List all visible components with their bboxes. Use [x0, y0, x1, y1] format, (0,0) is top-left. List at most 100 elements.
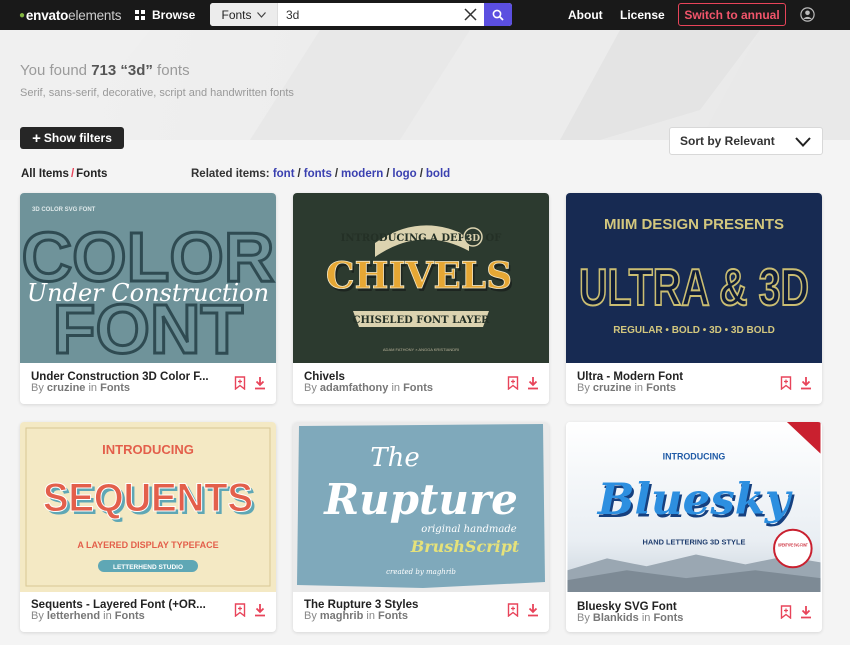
switch-to-annual-button[interactable]: Switch to annual	[678, 3, 786, 26]
card-in-text: in	[391, 382, 400, 394]
card-byline: By adamfathony in Fonts	[304, 382, 434, 394]
card-author[interactable]: adamfathony	[320, 382, 388, 394]
item-card[interactable]: INTRODUCING A DEPTH OF 3D CHIVELS CHIVEL…	[293, 193, 549, 404]
bookmark-icon[interactable]	[234, 376, 246, 390]
card-author[interactable]: cruzine	[47, 382, 86, 394]
breadcrumb-separator: /	[70, 168, 75, 180]
svg-text:ADAM FATHONY × ANGGA KRISTIAND: ADAM FATHONY × ANGGA KRISTIANDRI	[383, 347, 459, 352]
nav-license-link[interactable]: License	[620, 8, 665, 22]
card-author[interactable]: Blankids	[593, 612, 639, 624]
sort-dropdown[interactable]: Sort by Relevant	[669, 127, 823, 155]
nav-about-link[interactable]: About	[568, 8, 603, 22]
related-items: Related items: font / fonts / modern / logo / bo…	[191, 168, 450, 180]
svg-text:BrushScript: BrushScript	[410, 537, 520, 556]
hero-background-pattern	[0, 30, 850, 140]
results-suffix: fonts	[152, 62, 190, 79]
chevron-down-icon	[256, 11, 266, 18]
card-category[interactable]: Fonts	[378, 610, 408, 622]
download-icon[interactable]	[527, 376, 539, 390]
svg-text:HAND LETTERING 3D STYLE: HAND LETTERING 3D STYLE	[643, 538, 746, 547]
search-submit-button[interactable]	[484, 3, 512, 26]
card-byline: By cruzine in Fonts	[31, 382, 131, 394]
download-icon[interactable]	[800, 376, 812, 390]
download-icon[interactable]	[254, 603, 266, 617]
top-navigation-bar: ● envato elements Browse Fonts About Lic…	[0, 0, 850, 30]
card-thumbnail[interactable]: INTRODUCING Bluesky Bluesky HAND LETTERI…	[566, 422, 822, 592]
bookmark-icon[interactable]	[507, 376, 519, 390]
leaf-icon: ●	[19, 9, 25, 21]
search-bar: Fonts	[210, 3, 512, 26]
related-tag-bold[interactable]: bold	[426, 168, 450, 180]
svg-text:CHISELED FONT LAYER: CHISELED FONT LAYER	[353, 315, 491, 326]
svg-text:LETTERHEND STUDIO: LETTERHEND STUDIO	[113, 564, 183, 571]
download-icon[interactable]	[254, 376, 266, 390]
results-prefix: You found	[20, 62, 92, 79]
download-icon[interactable]	[527, 603, 539, 617]
item-card[interactable]: INTRODUCING Bluesky Bluesky HAND LETTERI…	[566, 422, 822, 632]
svg-text:The: The	[370, 443, 419, 473]
card-thumbnail[interactable]: MIIM DESIGN PRESENTS ULTRA & 3D REGULAR …	[566, 193, 822, 363]
related-tag-modern[interactable]: modern	[341, 168, 383, 180]
related-tag-separator: /	[297, 168, 301, 180]
plus-icon: +	[32, 129, 41, 147]
bookmark-icon[interactable]	[507, 603, 519, 617]
related-tag-separator: /	[334, 168, 339, 180]
card-thumbnail[interactable]: INTRODUCING SEQUENTS SEQUENTS A LAYERED …	[20, 422, 276, 592]
browse-grid-icon	[135, 9, 145, 20]
card-author[interactable]: letterhend	[47, 610, 100, 622]
sort-label: Sort by Relevant	[680, 134, 775, 148]
search-category-dropdown[interactable]: Fonts	[210, 3, 278, 26]
breadcrumb-all-items[interactable]: All Items	[21, 168, 69, 180]
related-tag-logo[interactable]: logo	[392, 168, 416, 180]
card-author[interactable]: maghrib	[320, 610, 363, 622]
card-byline: By Blankids in Fonts	[577, 612, 684, 624]
envato-elements-logo[interactable]: ● envato elements	[19, 6, 122, 24]
search-results-header	[0, 30, 850, 140]
bookmark-icon[interactable]	[780, 605, 792, 619]
show-filters-button[interactable]: + Show filters	[20, 127, 124, 149]
download-icon[interactable]	[800, 605, 812, 619]
card-category[interactable]: Fonts	[653, 612, 683, 624]
bookmark-icon[interactable]	[780, 376, 792, 390]
breadcrumb: All Items / Fonts	[21, 168, 107, 180]
card-thumbnail[interactable]: 3D COLOR SVG FONT COLOR FONT Under Const…	[20, 193, 276, 363]
results-count: 713 “3d”	[91, 62, 153, 79]
svg-text:SEQUENTS: SEQUENTS	[43, 476, 253, 520]
item-card[interactable]: 3D COLOR SVG FONT COLOR FONT Under Const…	[20, 193, 276, 404]
related-tag-font[interactable]: font	[273, 168, 295, 180]
clear-search-icon[interactable]	[463, 7, 478, 22]
card-byline: By maghrib in Fonts	[304, 610, 408, 622]
results-subtitle: Serif, sans-serif, decorative, script an…	[20, 87, 294, 99]
svg-text:INTRODUCING: INTRODUCING	[102, 442, 194, 457]
card-category[interactable]: Fonts	[403, 382, 433, 394]
item-card[interactable]: MIIM DESIGN PRESENTS ULTRA & 3D REGULAR …	[566, 193, 822, 404]
search-input[interactable]	[286, 5, 456, 24]
card-category[interactable]: Fonts	[115, 610, 145, 622]
search-icon	[492, 9, 504, 21]
card-category[interactable]: Fonts	[100, 382, 130, 394]
card-in-text: in	[103, 610, 112, 622]
chevron-down-icon	[795, 137, 811, 147]
card-category[interactable]: Fonts	[646, 382, 676, 394]
results-count-heading: You found 713 “3d” fonts	[20, 62, 190, 79]
card-thumbnail[interactable]: The Rupture original handmade BrushScrip…	[293, 422, 549, 592]
svg-text:CHIVELS: CHIVELS	[326, 255, 512, 297]
related-tag-fonts[interactable]: fonts	[304, 168, 332, 180]
svg-text:INTRODUCING: INTRODUCING	[663, 452, 726, 462]
item-card[interactable]: INTRODUCING SEQUENTS SEQUENTS A LAYERED …	[20, 422, 276, 632]
card-byline: By letterhend in Fonts	[31, 610, 145, 622]
user-account-icon[interactable]	[800, 7, 815, 22]
svg-text:Bluesky: Bluesky	[596, 474, 793, 525]
bookmark-icon[interactable]	[234, 603, 246, 617]
item-card[interactable]: The Rupture original handmade BrushScrip…	[293, 422, 549, 632]
card-in-text: in	[641, 612, 651, 624]
browse-menu-button[interactable]: Browse	[135, 6, 195, 24]
browse-label: Browse	[152, 8, 196, 22]
card-author[interactable]: cruzine	[593, 382, 632, 394]
svg-text:REGULAR • BOLD • 3D • 3D BOLD: REGULAR • BOLD • 3D • 3D BOLD	[613, 325, 775, 336]
card-in-text: in	[88, 382, 98, 394]
card-byline: By cruzine in Fonts	[577, 382, 677, 394]
svg-text:created by maghrib: created by maghrib	[386, 568, 456, 576]
svg-text:A LAYERED DISPLAY TYPEFACE: A LAYERED DISPLAY TYPEFACE	[77, 540, 218, 550]
card-thumbnail[interactable]: INTRODUCING A DEPTH OF 3D CHIVELS CHIVEL…	[293, 193, 549, 363]
